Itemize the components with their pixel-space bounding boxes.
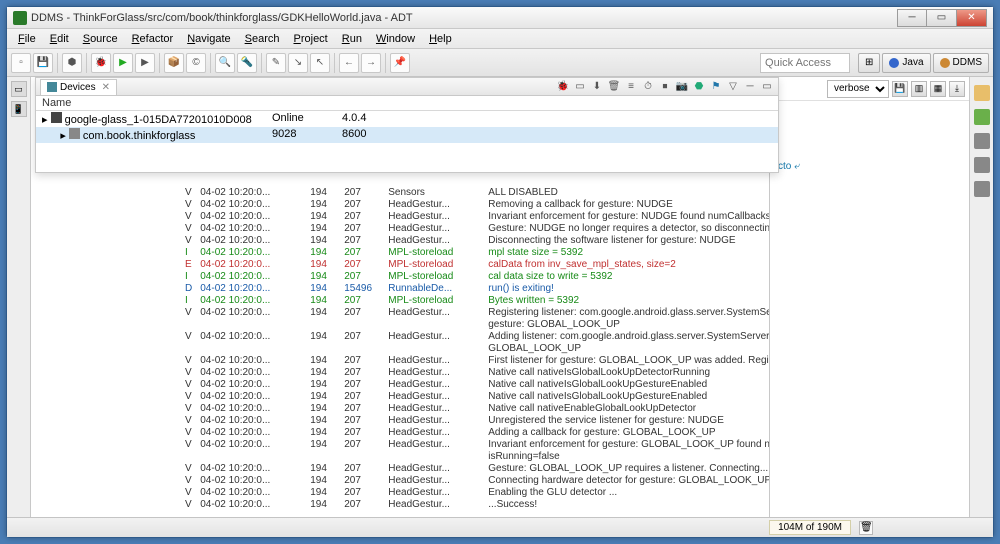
debug-process-icon[interactable]: 🐞 bbox=[556, 80, 570, 94]
dump-hprof-icon[interactable]: ⬇ bbox=[590, 80, 604, 94]
java-perspective-button[interactable]: Java bbox=[882, 53, 930, 73]
new-button[interactable]: ▫ bbox=[11, 53, 31, 73]
outline-icon[interactable] bbox=[974, 85, 990, 101]
left-trim: ▭ 📱 bbox=[7, 77, 31, 517]
toggle-mark-button[interactable]: ✎ bbox=[266, 53, 286, 73]
file-explorer-icon[interactable] bbox=[974, 157, 990, 173]
separator bbox=[210, 53, 211, 73]
restore-view-icon[interactable]: ▭ bbox=[11, 81, 27, 97]
device-view-icon[interactable]: 📱 bbox=[11, 101, 27, 117]
forward-button[interactable]: → bbox=[361, 53, 381, 73]
right-trim bbox=[969, 77, 993, 517]
dump-view-icon[interactable]: ⬣ bbox=[692, 80, 706, 94]
minimize-button[interactable]: ─ bbox=[897, 9, 927, 27]
close-button[interactable]: ✕ bbox=[957, 9, 987, 27]
separator bbox=[261, 53, 262, 73]
display-filters-icon[interactable]: ▦ bbox=[930, 81, 946, 97]
cto-text: cto ⤶ bbox=[770, 101, 969, 172]
build-button[interactable]: ⬢ bbox=[62, 53, 82, 73]
next-annotation-button[interactable]: ↘ bbox=[288, 53, 308, 73]
devices-tab-label[interactable]: Devices ✕ bbox=[40, 79, 117, 95]
menu-source[interactable]: Source bbox=[76, 31, 125, 47]
menu-edit[interactable]: Edit bbox=[43, 31, 76, 47]
menu-navigate[interactable]: Navigate bbox=[180, 31, 237, 47]
menu-file[interactable]: File bbox=[11, 31, 43, 47]
new-class-button[interactable]: © bbox=[186, 53, 206, 73]
right-panel: verbose 💾 ▥ ▦ ⤓ cto ⤶ bbox=[769, 77, 969, 517]
run-last-button[interactable]: ▶ bbox=[135, 53, 155, 73]
device-row[interactable]: ▸ com.book.thinkforglass90288600 bbox=[36, 127, 778, 143]
devices-header: Name bbox=[36, 96, 778, 111]
quick-access-input[interactable] bbox=[760, 53, 850, 73]
app-icon bbox=[13, 11, 27, 25]
menu-bar: FileEditSourceRefactorNavigateSearchProj… bbox=[7, 29, 993, 49]
emulator-icon[interactable] bbox=[974, 181, 990, 197]
menu-project[interactable]: Project bbox=[287, 31, 335, 47]
separator bbox=[159, 53, 160, 73]
debug-button[interactable]: 🐞 bbox=[91, 53, 111, 73]
devices-panel: Devices ✕ 🐞 ▭ ⬇ 🗑 ≡ ⏱ ⏹ 📷 ⬣ ⚑ ▽ bbox=[35, 77, 779, 173]
devices-close-icon[interactable]: ✕ bbox=[102, 82, 110, 93]
prev-annotation-button[interactable]: ↖ bbox=[310, 53, 330, 73]
update-heap-icon[interactable]: ▭ bbox=[573, 80, 587, 94]
menu-run[interactable]: Run bbox=[335, 31, 369, 47]
separator bbox=[57, 53, 58, 73]
device-row[interactable]: ▸ google-glass_1-015DA77201010D008Online… bbox=[36, 111, 778, 127]
title-bar: DDMS - ThinkForGlass/src/com/book/thinkf… bbox=[7, 7, 993, 29]
content-area: ▭ 📱 Devices ✕ 🐞 ▭ ⬇ 🗑 ≡ bbox=[7, 77, 993, 517]
save-log-icon[interactable]: 💾 bbox=[892, 81, 908, 97]
update-threads-icon[interactable]: ≡ bbox=[624, 80, 638, 94]
maximize-view-icon[interactable]: ▭ bbox=[760, 80, 774, 94]
devices-tab: Devices ✕ 🐞 ▭ ⬇ 🗑 ≡ ⏱ ⏹ 📷 ⬣ ⚑ ▽ bbox=[36, 78, 778, 96]
systrace-icon[interactable]: ⚑ bbox=[709, 80, 723, 94]
minimize-view-icon[interactable]: ─ bbox=[743, 80, 757, 94]
gc-button[interactable]: 🗑 bbox=[859, 521, 873, 535]
cause-gc-icon[interactable]: 🗑 bbox=[607, 80, 621, 94]
window-title: DDMS - ThinkForGlass/src/com/book/thinkf… bbox=[31, 12, 413, 24]
maximize-button[interactable]: ▭ bbox=[927, 9, 957, 27]
log-level-select[interactable]: verbose bbox=[827, 80, 889, 98]
ddms-perspective-button[interactable]: DDMS bbox=[933, 53, 989, 73]
open-perspective-button[interactable]: ⊞ bbox=[858, 53, 880, 73]
search-button[interactable]: 🔦 bbox=[237, 53, 257, 73]
run-button[interactable]: ▶ bbox=[113, 53, 133, 73]
menu-help[interactable]: Help bbox=[422, 31, 459, 47]
back-button[interactable]: ← bbox=[339, 53, 359, 73]
open-type-button[interactable]: 🔍 bbox=[215, 53, 235, 73]
screen-capture-icon[interactable]: 📷 bbox=[675, 80, 689, 94]
status-bar: 104M of 190M 🗑 bbox=[7, 517, 993, 537]
separator bbox=[385, 53, 386, 73]
start-method-profiling-icon[interactable]: ⏱ bbox=[641, 80, 655, 94]
editor-host: Devices ✕ 🐞 ▭ ⬇ 🗑 ≡ ⏱ ⏹ 📷 ⬣ ⚑ ▽ bbox=[31, 77, 969, 517]
stop-process-icon[interactable]: ⏹ bbox=[658, 80, 672, 94]
devices-icon bbox=[47, 82, 57, 92]
separator bbox=[86, 53, 87, 73]
hierarchy-icon[interactable] bbox=[974, 133, 990, 149]
view-menu-icon[interactable]: ▽ bbox=[726, 80, 740, 94]
pin-button[interactable]: 📌 bbox=[390, 53, 410, 73]
menu-refactor[interactable]: Refactor bbox=[125, 31, 181, 47]
clear-log-icon[interactable]: ▥ bbox=[911, 81, 927, 97]
new-package-button[interactable]: 📦 bbox=[164, 53, 184, 73]
android-icon[interactable] bbox=[974, 109, 990, 125]
menu-window[interactable]: Window bbox=[369, 31, 422, 47]
heap-status[interactable]: 104M of 190M bbox=[769, 520, 851, 535]
app-window: DDMS - ThinkForGlass/src/com/book/thinkf… bbox=[6, 6, 994, 538]
scroll-lock-icon[interactable]: ⤓ bbox=[949, 81, 965, 97]
separator bbox=[334, 53, 335, 73]
menu-search[interactable]: Search bbox=[238, 31, 287, 47]
main-toolbar: ▫ 💾 ⬢ 🐞 ▶ ▶ 📦 © 🔍 🔦 ✎ ↘ ↖ ← → 📌 ⊞ Java D… bbox=[7, 49, 993, 77]
devices-body: Name ▸ google-glass_1-015DA77201010D008O… bbox=[36, 96, 778, 143]
save-button[interactable]: 💾 bbox=[33, 53, 53, 73]
